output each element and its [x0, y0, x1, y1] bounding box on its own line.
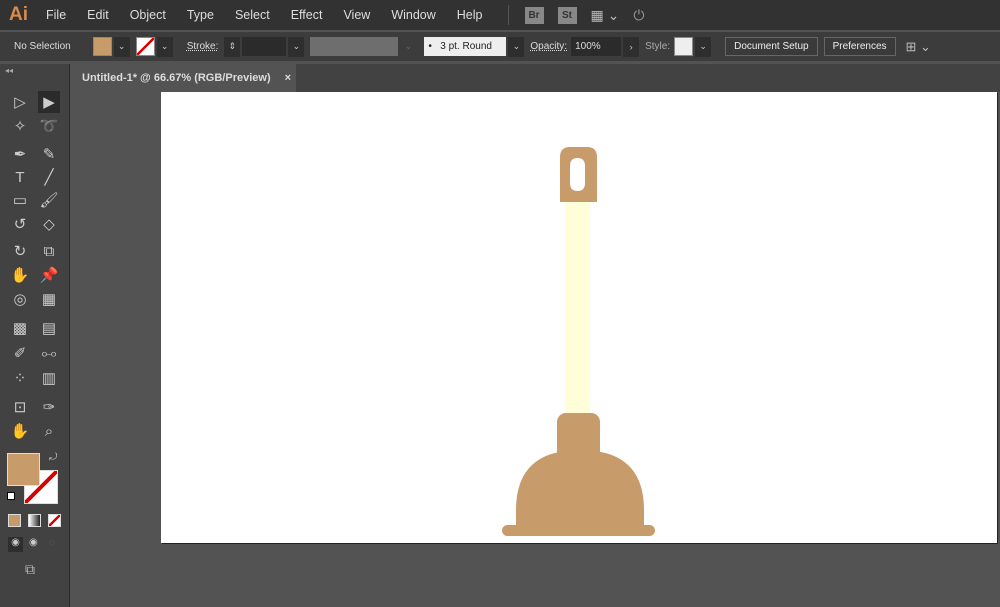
stroke-weight-dropdown[interactable]: ⌄ [288, 36, 305, 57]
none-mode-button[interactable] [48, 514, 61, 527]
eyedropper-tool-icon[interactable]: ✐ [9, 342, 31, 364]
menu-help[interactable]: Help [457, 8, 483, 22]
workspace-layout-icon[interactable]: ▦ ⌄ [591, 7, 620, 24]
brush-definition[interactable]: • 3 pt. Round [424, 37, 507, 56]
plunger-cup[interactable] [516, 450, 644, 528]
draw-behind-icon[interactable]: ◉ [29, 537, 38, 548]
stock-icon[interactable]: St [557, 6, 577, 24]
pen-tool-icon[interactable]: ✒ [9, 143, 31, 165]
variable-width-profile[interactable] [310, 37, 399, 56]
control-panel: No Selection ⌄ ⌄ Stroke: ⇕ ⌄ ⌄ • 3 pt. R… [0, 32, 1000, 61]
zoom-tool-icon[interactable]: ⌕ [38, 420, 60, 442]
gradient-mode-button[interactable] [28, 514, 41, 527]
menu-type[interactable]: Type [187, 8, 214, 22]
menu-window[interactable]: Window [391, 8, 435, 22]
blend-tool-icon[interactable]: ⧟ [38, 342, 60, 364]
artboard[interactable] [161, 92, 997, 543]
lasso-tool-icon[interactable]: ➰ [38, 115, 60, 137]
stroke-swatch[interactable] [135, 37, 155, 56]
opacity-expand[interactable]: › [623, 36, 640, 57]
color-mode-button[interactable] [8, 514, 21, 527]
menu-select[interactable]: Select [235, 8, 270, 22]
rectangle-tool-icon[interactable]: ▭ [9, 189, 31, 211]
menu-view[interactable]: View [343, 8, 370, 22]
selection-status: No Selection [14, 41, 71, 52]
brush-label: 3 pt. Round [440, 41, 492, 52]
mesh-tool-icon[interactable]: ▩ [9, 317, 31, 339]
magic-wand-tool-icon[interactable]: ✧ [9, 115, 31, 137]
fill-color-box[interactable] [7, 453, 40, 486]
stroke-dropdown[interactable]: ⌄ [156, 36, 173, 57]
curvature-tool-icon[interactable]: ✎ [38, 143, 60, 165]
draw-normal-icon[interactable]: ◉ [8, 537, 23, 552]
symbol-sprayer-tool-icon[interactable]: ⁘ [9, 367, 31, 389]
document-tab-bar: Untitled-1* @ 66.67% (RGB/Preview) × [72, 64, 1000, 92]
opacity-input[interactable]: 100% [571, 37, 622, 56]
bridge-icon[interactable]: Br [524, 6, 544, 24]
menu-bar: Ai File Edit Object Type Select Effect View Win… [0, 0, 1000, 30]
opacity-label[interactable]: Opacity: [530, 41, 567, 52]
screen-mode-icon[interactable]: ⧉ [25, 561, 35, 578]
direct-selection-tool-icon[interactable]: ▶ [38, 91, 60, 113]
plunger-shaft[interactable] [565, 200, 590, 416]
app-logo: Ai [9, 4, 28, 25]
style-dropdown[interactable]: ⌄ [695, 36, 712, 57]
hand-tool-icon[interactable]: ✋ [9, 420, 31, 442]
column-graph-tool-icon[interactable]: ▥ [38, 367, 60, 389]
draw-inside-icon: ◌ [49, 537, 55, 548]
document-setup-button[interactable]: Document Setup [725, 37, 818, 56]
style-label: Style: [645, 41, 671, 52]
stroke-weight-stepper[interactable]: ⇕ [224, 36, 241, 57]
document-tab[interactable]: Untitled-1* @ 66.67% (RGB/Preview) × [72, 64, 296, 92]
preferences-button[interactable]: Preferences [823, 37, 896, 56]
align-to-selection-icon[interactable]: ⊞ ⌄ [906, 39, 931, 55]
menu-effect[interactable]: Effect [291, 8, 323, 22]
shape-builder-tool-icon[interactable]: ◎ [9, 288, 31, 310]
profile-dropdown: ⌄ [404, 41, 413, 51]
rotate-tool-icon[interactable]: ↻ [9, 240, 31, 262]
paintbrush-tool-icon[interactable]: 🖌 [38, 189, 60, 211]
gradient-tool-icon[interactable]: ▤ [38, 317, 60, 339]
close-tab-icon[interactable]: × [285, 72, 291, 84]
document-tab-title: Untitled-1* @ 66.67% (RGB/Preview) [82, 72, 271, 84]
perspective-tool-icon[interactable]: ▦ [38, 288, 60, 310]
menu-file[interactable]: File [46, 8, 66, 22]
type-tool-icon[interactable]: T [9, 166, 31, 188]
stroke-label[interactable]: Stroke: [187, 41, 219, 52]
brush-dropdown[interactable]: ⌄ [508, 36, 525, 57]
swap-colors-icon[interactable]: ⤾ [49, 452, 57, 463]
tools-panel: ◂◂ ▷ ▶ ✧ ➰ ✒ ✎ T ╱ ▭ 🖌 ↺ ◇ ↻ ⧉ ✋ 📌 ◎ ▦ ▩ ▤ ✐ ⧟ ⁘ ▥ ⊡ ✑ ✋ ⌕ ⤾ ◉ ◉ ◌ … [0, 64, 70, 607]
fill-dropdown[interactable]: ⌄ [113, 36, 130, 57]
slice-tool-icon[interactable]: ✑ [38, 396, 60, 418]
line-tool-icon[interactable]: ╱ [38, 166, 60, 188]
default-colors-icon[interactable] [7, 492, 15, 500]
scale-tool-icon[interactable]: ⧉ [38, 240, 60, 262]
gpu-performance-icon[interactable]: ⏻ [633, 7, 644, 24]
puppet-warp-tool-icon[interactable]: 📌 [38, 264, 60, 286]
artboard-tool-icon[interactable]: ⊡ [9, 396, 31, 418]
selection-tool-icon[interactable]: ▷ [9, 91, 31, 113]
plunger-handle[interactable] [560, 147, 597, 202]
stroke-weight-input[interactable] [242, 37, 287, 56]
style-swatch[interactable] [674, 37, 694, 56]
menu-object[interactable]: Object [130, 8, 166, 22]
plunger-base[interactable] [502, 525, 655, 536]
plunger-artwork [502, 147, 655, 536]
eraser-tool-icon[interactable]: ◇ [38, 213, 60, 235]
warp-tool-icon[interactable]: ✋ [9, 264, 31, 286]
menu-edit[interactable]: Edit [87, 8, 109, 22]
collapse-icon[interactable]: ◂◂ [5, 66, 13, 75]
shaper-tool-icon[interactable]: ↺ [9, 213, 31, 235]
fill-swatch[interactable] [92, 37, 112, 56]
